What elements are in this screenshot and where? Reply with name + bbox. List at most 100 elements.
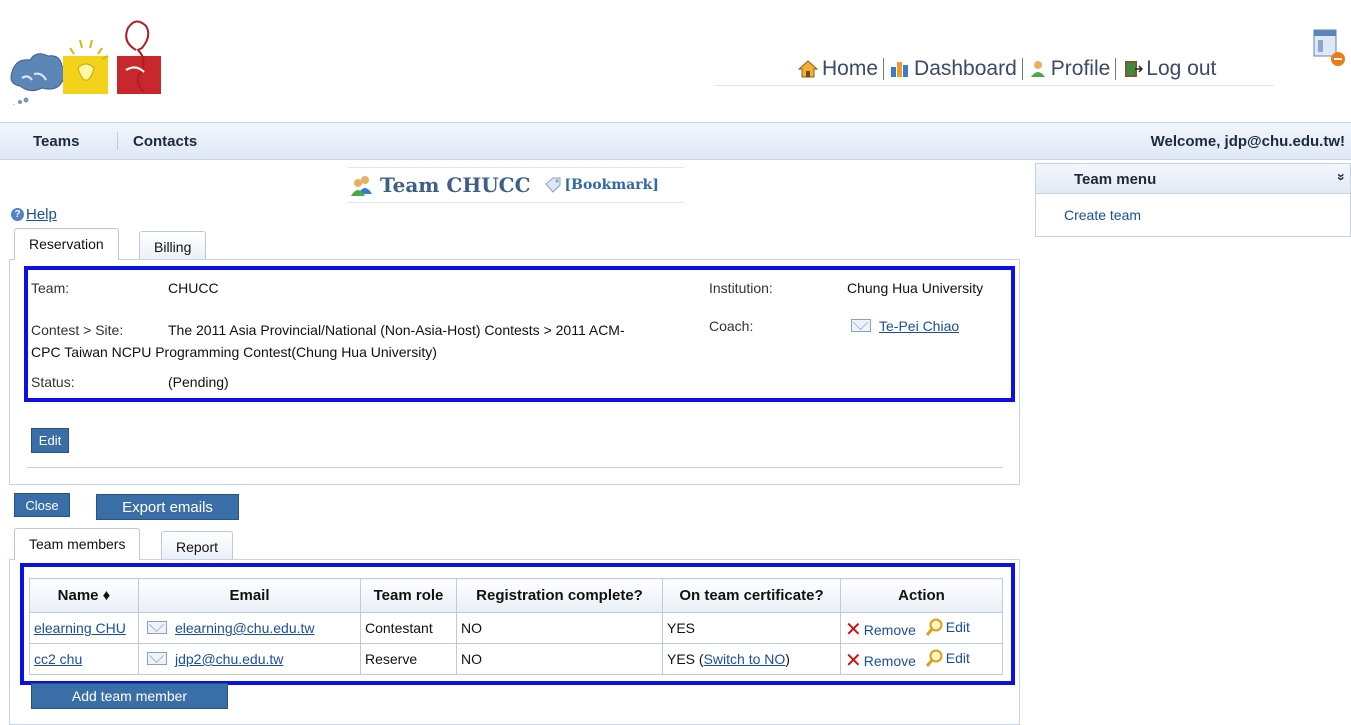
nav-logout[interactable]: Log out [1118,57,1219,81]
institution-label: Institution: [709,280,773,296]
collapse-chevron-icon[interactable]: » [1334,173,1350,181]
menu-separator [117,132,118,150]
user-icon [1030,60,1045,77]
remove-x-icon: ✕ [845,649,862,672]
top-navigation: Home Dashboard Profile Log out [714,52,1274,86]
remove-member-button[interactable]: ✕ Remove [845,649,916,672]
remove-x-icon: ✕ [845,618,862,641]
mail-icon [147,652,167,665]
create-team-link[interactable]: Create team [1064,207,1141,223]
nav-separator [1021,57,1023,80]
divider [27,467,1003,468]
table-header-row: Name ♦ Email Team role Registration comp… [29,578,1003,613]
member-email-link[interactable]: jdp2@chu.edu.tw [175,651,283,667]
nav-dashboard-label: Dashboard [914,56,1017,80]
export-emails-button[interactable]: Export emails [96,494,239,520]
member-certificate: YES (Switch to NO) [662,643,841,675]
nav-profile-label: Profile [1050,56,1111,80]
help-link-label[interactable]: Help [26,206,57,223]
team-menu-sidebar: Team menu » Create team [1035,163,1351,237]
team-name-heading: Team CHUCC [380,173,531,197]
nav-home[interactable]: Home [794,57,881,81]
add-team-member-button[interactable]: Add team member [31,683,228,709]
member-email-link[interactable]: elearning@chu.edu.tw [175,620,315,636]
edit-reservation-button[interactable]: Edit [31,428,69,453]
table-row: cc2 chu jdp2@chu.edu.tw Reserve NO YES (… [29,643,1003,675]
member-role: Reserve [360,643,457,675]
menu-contacts[interactable]: Contacts [133,133,197,150]
team-label: Team: [31,280,70,296]
column-team-role: Team role [360,578,457,613]
menu-teams[interactable]: Teams [33,133,79,150]
tab-reservation[interactable]: Reservation [14,228,119,260]
nav-separator [883,57,885,80]
team-icon [351,176,372,196]
team-title-bar: Team CHUCC [Bookmark] [348,167,684,203]
member-registration: NO [456,643,663,675]
member-name-link[interactable]: cc2 chu [34,651,82,667]
magnifier-icon [925,649,943,667]
site-logo [8,10,163,108]
nav-home-label: Home [822,56,879,80]
coach-link[interactable]: Te-Pei Chiao [879,318,959,334]
team-members-table: Name ♦ Email Team role Registration comp… [29,578,1003,675]
team-value: CHUCC [168,280,219,296]
main-menubar: Teams Contacts Welcome, jdp@chu.edu.tw! [0,122,1351,160]
tab-billing[interactable]: Billing [139,231,207,261]
column-email: Email [138,578,361,613]
window-settings-icon[interactable] [1313,28,1345,68]
tab-team-members[interactable]: Team members [14,528,141,560]
nav-profile[interactable]: Profile [1025,57,1114,81]
member-actions: ✕ Remove Edit [840,612,1003,644]
help-link[interactable]: ? Help [11,206,57,223]
team-menu-header[interactable]: Team menu » [1036,164,1350,194]
nav-logout-label: Log out [1146,56,1217,80]
member-role: Contestant [360,612,457,644]
close-paren: ) [785,651,790,667]
member-name-cell: elearning CHU [29,612,139,644]
status-value: (Pending) [168,374,229,390]
member-email-cell: jdp2@chu.edu.tw [138,643,361,675]
member-name-link[interactable]: elearning CHU [34,620,126,636]
magnifier-icon [925,618,943,636]
institution-value: Chung Hua University [847,280,984,296]
remove-label: Remove [863,621,916,638]
edit-label: Edit [945,618,970,635]
tab-report[interactable]: Report [161,531,234,561]
member-certificate: YES [662,612,841,644]
member-name-cell: cc2 chu [29,643,139,675]
mail-icon [147,621,167,634]
member-email-cell: elearning@chu.edu.tw [138,612,361,644]
member-actions: ✕ Remove Edit [840,643,1003,675]
edit-label: Edit [945,649,970,666]
column-action: Action [840,578,1003,613]
coach-entry: Te-Pei Chiao [847,318,959,334]
certificate-value: YES ( [667,651,704,667]
column-certificate: On team certificate? [662,578,841,613]
home-icon [797,59,819,77]
nav-separator [1115,57,1117,80]
mail-icon [851,319,871,332]
help-icon: ? [11,208,24,221]
edit-member-button[interactable]: Edit [925,618,970,636]
switch-certificate-link[interactable]: Switch to NO [704,651,786,667]
team-menu-title: Team menu [1074,171,1157,188]
column-name[interactable]: Name ♦ [29,578,139,613]
status-label: Status: [31,374,75,390]
contest-site-label: Contest > Site: [31,322,124,338]
edit-member-button[interactable]: Edit [925,649,970,667]
bookmark-link[interactable]: [Bookmark] [565,177,659,193]
contest-value-line1: The 2011 Asia Provincial/National (Non-A… [168,322,625,338]
close-button[interactable]: Close [14,493,70,517]
table-row: elearning CHU elearning@chu.edu.tw Conte… [29,612,1003,644]
bar-chart-icon [891,61,909,77]
welcome-message: Welcome, jdp@chu.edu.tw! [1150,133,1345,150]
column-registration: Registration complete? [456,578,663,613]
logout-door-icon [1125,60,1144,77]
remove-member-button[interactable]: ✕ Remove [845,618,916,641]
contest-value-line2: CPC Taiwan NCPU Programming Contest(Chun… [31,344,437,360]
tag-icon [544,177,560,193]
nav-dashboard[interactable]: Dashboard [886,57,1020,81]
member-registration: NO [456,612,663,644]
coach-label: Coach: [709,318,754,334]
